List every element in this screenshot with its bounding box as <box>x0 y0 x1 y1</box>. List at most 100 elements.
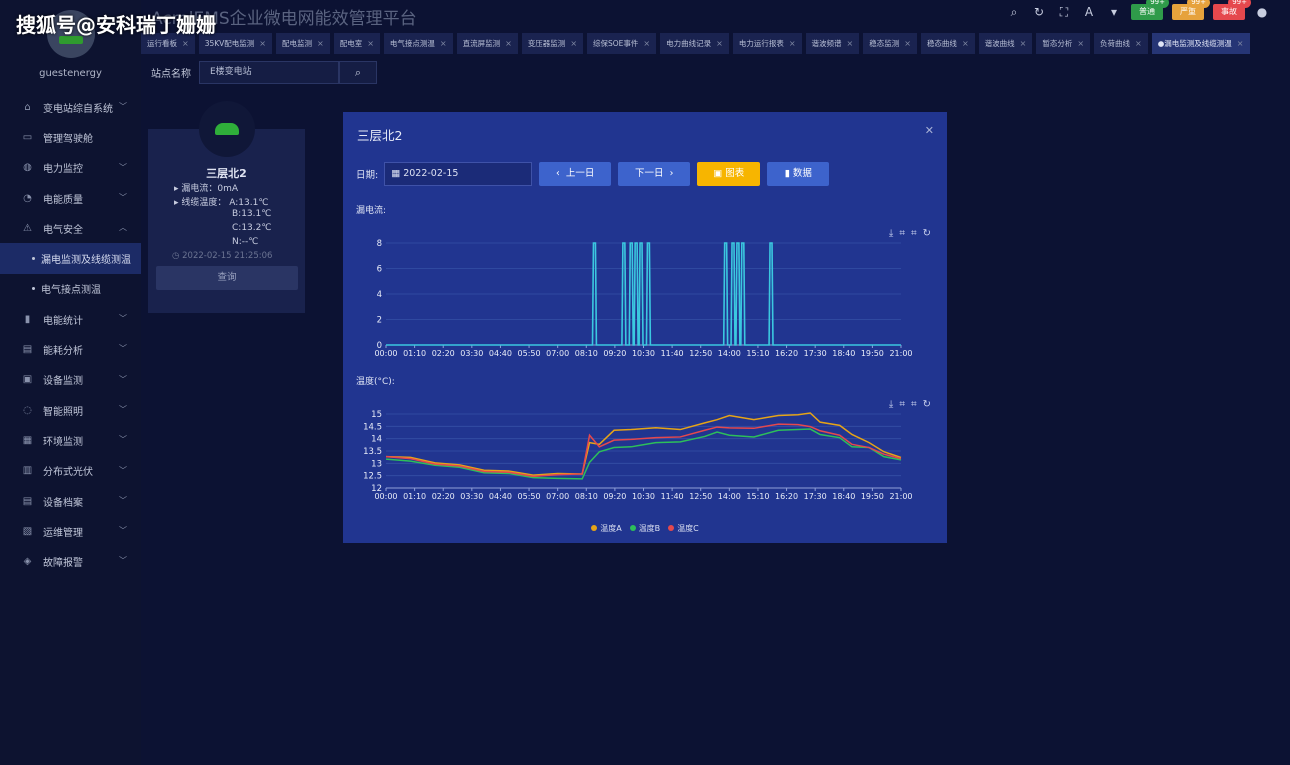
sidebar-item[interactable]: ▥ 分布式光伏 ﹀ <box>0 456 141 486</box>
legend-item[interactable]: 温度A <box>591 523 622 534</box>
tab[interactable]: 电气接点测温 × <box>383 33 453 54</box>
close-icon[interactable]: × <box>1135 33 1142 54</box>
chevron-down-icon: ﹀ <box>119 526 127 536</box>
temp-n: N:--℃ <box>232 237 259 247</box>
x-tick-label: 12:50 <box>689 492 712 501</box>
legend-item[interactable]: 温度B <box>629 523 660 534</box>
x-tick-label: 17:30 <box>804 492 827 501</box>
sidebar-item-label: 设备监测 <box>43 376 83 388</box>
search-button[interactable]: ⌕ <box>339 61 377 84</box>
sidebar-item-label: 变电站综自系统 <box>43 103 113 115</box>
close-icon[interactable]: × <box>716 33 723 54</box>
leak-value: 0mA <box>217 184 239 194</box>
tab[interactable]: 直流屏监测 × <box>456 33 518 54</box>
sidebar-item[interactable]: ◍ 电力监控 ﹀ <box>0 153 141 183</box>
tab[interactable]: 稳态曲线 × <box>920 33 975 54</box>
close-icon[interactable]: × <box>1077 33 1084 54</box>
sidebar-item[interactable]: ◌ 智能照明 ﹀ <box>0 395 141 425</box>
close-icon[interactable]: × <box>367 33 374 54</box>
tab-label: 电气接点测温 <box>389 39 435 48</box>
tab[interactable]: 电力运行报表 × <box>732 33 802 54</box>
y-tick-label: 13 <box>371 459 382 469</box>
tab[interactable]: 电力曲线记录 × <box>660 33 729 54</box>
temp-c: C:13.2℃ <box>232 223 272 233</box>
sidebar-item[interactable]: ⌂ 变电站综自系统 ﹀ <box>0 92 141 122</box>
sidebar-item[interactable]: ◔ 电能质量 ﹀ <box>0 183 141 213</box>
x-tick-label: 10:30 <box>632 492 655 501</box>
sidebar: guestenergy ⌂ 变电站综自系统 ﹀ ▭ 管理驾驶舱 ◍ 电力监控 ﹀ ◔ 电能质量 ﹀ ⚠… <box>0 0 141 765</box>
x-tick-label: 16:20 <box>775 492 798 501</box>
sidebar-subitem[interactable]: 电气接点测温 <box>0 274 141 304</box>
search-icon[interactable]: ⌕ <box>1006 4 1022 20</box>
tab[interactable]: 变压器监测 × <box>521 33 584 54</box>
sidebar-item[interactable]: ▧ 运维管理 ﹀ <box>0 516 141 546</box>
alarm-badge[interactable]: 事故 99+ <box>1213 0 1251 20</box>
x-tick-label: 19:50 <box>861 492 884 501</box>
chevron-down-icon: ﹀ <box>119 314 127 324</box>
tab[interactable]: 谐波频谱 × <box>805 33 860 54</box>
sidebar-item[interactable]: ▦ 环境监测 ﹀ <box>0 425 141 455</box>
close-icon[interactable]: × <box>1020 33 1027 54</box>
fullscreen-icon[interactable]: ⛶ <box>1056 4 1072 20</box>
sidebar-item[interactable]: ▭ 管理驾驶舱 <box>0 122 141 152</box>
tab[interactable]: 稳态监测 × <box>863 33 917 54</box>
tab[interactable]: 综保SOE事件 × <box>587 33 657 54</box>
sidebar-item[interactable]: ⚠ 电气安全 ︿ <box>0 213 141 243</box>
legend-item[interactable]: 温度C <box>668 523 699 534</box>
analysis-icon: ▤ <box>22 344 33 356</box>
tab[interactable]: ● 漏电监测及线缆测温 × <box>1151 33 1250 54</box>
chevron-down-icon: ﹀ <box>119 495 127 505</box>
legend-swatch <box>591 525 598 531</box>
alarm-badge[interactable]: 普通 99+ <box>1131 0 1169 20</box>
y-tick-label: 12.5 <box>363 472 382 482</box>
close-icon[interactable]: × <box>789 33 796 54</box>
x-tick-label: 04:40 <box>489 492 512 501</box>
close-icon[interactable]: × <box>904 33 911 54</box>
bulb-icon: ◌ <box>23 404 32 416</box>
close-icon[interactable]: × <box>505 33 512 54</box>
close-icon[interactable]: × <box>643 33 650 54</box>
close-icon[interactable]: × <box>317 33 324 54</box>
tab[interactable]: 负荷曲线 × <box>1094 33 1148 54</box>
sidebar-item[interactable]: ▤ 能耗分析 ﹀ <box>0 334 141 364</box>
refresh-icon[interactable]: ↻ <box>1031 4 1047 20</box>
alarm-badge[interactable]: 严重 99+ <box>1172 0 1210 20</box>
tab[interactable]: 配电室 × <box>333 33 380 54</box>
chevron-down-icon: ﹀ <box>119 435 127 445</box>
tab[interactable]: 暂态分析 × <box>1036 33 1091 54</box>
tab-label: 稳态曲线 <box>926 39 957 48</box>
font-icon[interactable]: A <box>1081 4 1097 20</box>
user-icon[interactable]: ● <box>1254 4 1270 20</box>
sidebar-item[interactable]: ◈ 故障报警 ﹀ <box>0 546 141 576</box>
sidebar-subitem-label: 电气接点测温 <box>41 285 101 297</box>
station-input[interactable]: E楼变电站 <box>199 61 339 84</box>
legend-swatch <box>668 525 675 531</box>
leak-line: ▸ 漏电流：0mA <box>174 184 239 194</box>
close-icon[interactable]: × <box>570 33 577 54</box>
chevron-up-icon: ︿ <box>119 223 127 233</box>
temp-a: A:13.1℃ <box>229 198 269 208</box>
close-icon[interactable]: × <box>847 33 854 54</box>
sidebar-subitem[interactable]: 漏电监测及线缆测温 <box>0 243 141 274</box>
badge-count: 99+ <box>1146 0 1169 8</box>
tab-label: 配电监测 <box>282 39 312 48</box>
close-icon[interactable]: × <box>1237 33 1244 54</box>
sidebar-item-label: 分布式光伏 <box>43 467 93 479</box>
sidebar-item[interactable]: ▤ 设备档案 ﹀ <box>0 486 141 516</box>
shirt-icon[interactable]: ▾ <box>1106 4 1122 20</box>
top-icons: ⌕ ↻ ⛶ A ▾ 普通 99+ 严重 99+ 事故 99+ ● <box>1006 0 1270 20</box>
close-icon[interactable]: × <box>440 33 447 54</box>
chevron-down-icon: ﹀ <box>119 404 127 414</box>
tab[interactable]: 谐波曲线 × <box>978 33 1033 54</box>
archive-icon: ▤ <box>22 495 33 507</box>
close-icon[interactable]: × <box>259 33 266 54</box>
tab[interactable]: 配电监测 × <box>276 33 330 54</box>
close-icon[interactable]: × <box>962 33 969 54</box>
badge-count: 99+ <box>1187 0 1210 8</box>
sidebar-item-label: 运维管理 <box>43 527 83 539</box>
x-tick-label: 01:10 <box>403 492 426 501</box>
query-button[interactable]: 查询 <box>156 266 298 290</box>
sidebar-item[interactable]: ▣ 设备监测 ﹀ <box>0 365 141 395</box>
tab-label: 谐波频谱 <box>811 39 842 48</box>
sidebar-item[interactable]: ▮ 电能统计 ﹀ <box>0 304 141 334</box>
